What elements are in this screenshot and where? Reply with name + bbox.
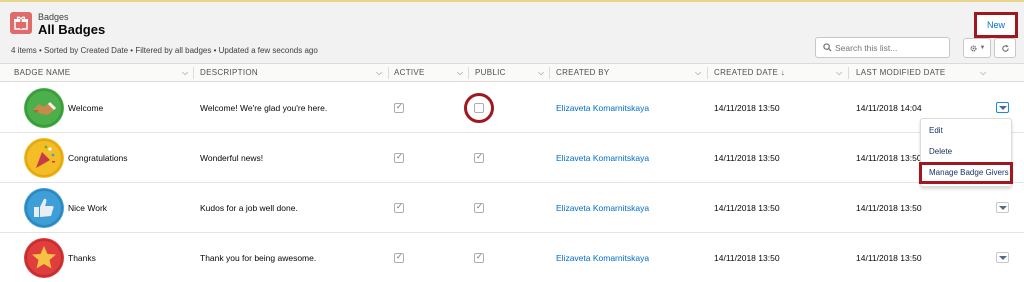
list-view-title[interactable]: All Badges <box>38 22 105 37</box>
gear-icon <box>969 44 977 52</box>
created-by-link[interactable]: Elizaveta Komarnitskaya <box>556 102 649 114</box>
badge-name: Congratulations <box>68 153 128 163</box>
column-created-by[interactable]: CREATED BY <box>556 64 610 82</box>
chevron-down-icon[interactable]: ⌵ <box>538 68 544 78</box>
public-checkbox: ✓ <box>474 202 484 213</box>
column-divider <box>388 67 389 79</box>
menu-item-delete[interactable]: Delete <box>929 147 952 156</box>
search-input[interactable] <box>835 40 945 55</box>
active-checkbox: ✓ <box>394 102 404 113</box>
chevron-down-icon[interactable]: ⌵ <box>182 68 188 78</box>
badge-object-icon <box>10 12 32 34</box>
row-action-menu-button[interactable] <box>996 252 1009 263</box>
public-checkbox: ✓ <box>474 252 484 263</box>
chevron-down-icon <box>998 255 1007 260</box>
column-divider <box>468 67 469 79</box>
column-divider <box>193 67 194 79</box>
object-label: Badges <box>38 12 69 22</box>
menu-item-edit[interactable]: Edit <box>929 126 943 135</box>
refresh-button[interactable] <box>994 38 1016 58</box>
created-date: 14/11/2018 13:50 <box>714 103 780 113</box>
list-meta-info: 4 items • Sorted by Created Date • Filte… <box>11 46 318 55</box>
badge-name: Nice Work <box>68 203 108 213</box>
column-last-modified-date[interactable]: LAST MODIFIED DATE <box>856 64 946 82</box>
row-action-dropdown: Edit Delete Manage Badge Givers <box>919 118 1013 187</box>
thumbs-up-icon <box>24 188 64 228</box>
column-active[interactable]: ACTIVE <box>394 64 425 82</box>
search-icon <box>823 43 832 52</box>
active-checkbox: ✓ <box>394 152 404 163</box>
created-date: 14/11/2018 13:50 <box>714 203 780 213</box>
table-row: Welcome Welcome! We're glad you're here.… <box>0 83 1024 133</box>
badge-description: Thank you for being awesome. <box>200 253 317 263</box>
last-modified-date: 14/11/2018 13:50 <box>856 153 922 163</box>
chevron-down-icon[interactable]: ⌵ <box>980 68 986 78</box>
list-header: Badges All Badges 4 items • Sorted by Cr… <box>0 2 1024 64</box>
chevron-down-icon[interactable]: ⌵ <box>457 68 463 78</box>
created-by-link[interactable]: Elizaveta Komarnitskaya <box>556 252 649 264</box>
new-button[interactable]: New <box>974 12 1018 38</box>
row-action-menu-button[interactable] <box>996 102 1009 113</box>
chevron-down-icon <box>998 205 1007 210</box>
badge-description: Welcome! We're glad you're here. <box>200 103 328 113</box>
chevron-down-icon[interactable]: ⌵ <box>836 68 842 78</box>
created-date: 14/11/2018 13:50 <box>714 253 780 263</box>
search-box[interactable] <box>815 37 950 58</box>
highlight-circle <box>464 93 494 123</box>
column-badge-name[interactable]: BADGE NAME <box>14 64 70 82</box>
badge-name: Welcome <box>68 103 104 113</box>
column-divider <box>549 67 550 79</box>
active-checkbox: ✓ <box>394 202 404 213</box>
column-created-date[interactable]: CREATED DATE ↓ <box>714 64 785 82</box>
chevron-down-icon[interactable]: ⌵ <box>695 68 701 78</box>
chevron-down-icon[interactable]: ⌵ <box>376 68 382 78</box>
column-public[interactable]: PUBLIC <box>475 64 506 82</box>
table-row: Thanks Thank you for being awesome. ✓ ✓ … <box>0 233 1024 282</box>
column-description[interactable]: DESCRIPTION <box>200 64 258 82</box>
badge-name: Thanks <box>68 253 96 263</box>
refresh-icon <box>1001 44 1009 52</box>
row-action-menu-button[interactable] <box>996 202 1009 213</box>
last-modified-date: 14/11/2018 14:04 <box>856 103 922 113</box>
column-divider <box>848 67 849 79</box>
column-header-row: BADGE NAME ⌵ DESCRIPTION ⌵ ACTIVE ⌵ PUBL… <box>0 64 1024 82</box>
list-settings-button[interactable]: ▼ <box>963 38 991 58</box>
chevron-down-icon: ▼ <box>979 45 986 51</box>
table-row: Congratulations Wonderful news! ✓ ✓ Eliz… <box>0 133 1024 183</box>
menu-item-manage-badge-givers[interactable]: Manage Badge Givers <box>919 162 1013 184</box>
handshake-icon <box>24 88 64 128</box>
created-date: 14/11/2018 13:50 <box>714 153 780 163</box>
party-popper-icon <box>24 138 64 178</box>
star-icon <box>24 238 64 278</box>
badge-description: Wonderful news! <box>200 153 264 163</box>
public-checkbox: ✓ <box>474 152 484 163</box>
created-by-link[interactable]: Elizaveta Komarnitskaya <box>556 202 649 214</box>
table-row: Nice Work Kudos for a job well done. ✓ ✓… <box>0 183 1024 233</box>
active-checkbox: ✓ <box>394 252 404 263</box>
created-by-link[interactable]: Elizaveta Komarnitskaya <box>556 152 649 164</box>
chevron-down-icon <box>998 105 1007 110</box>
last-modified-date: 14/11/2018 13:50 <box>856 203 922 213</box>
column-divider <box>707 67 708 79</box>
last-modified-date: 14/11/2018 13:50 <box>856 253 922 263</box>
badge-description: Kudos for a job well done. <box>200 203 298 213</box>
